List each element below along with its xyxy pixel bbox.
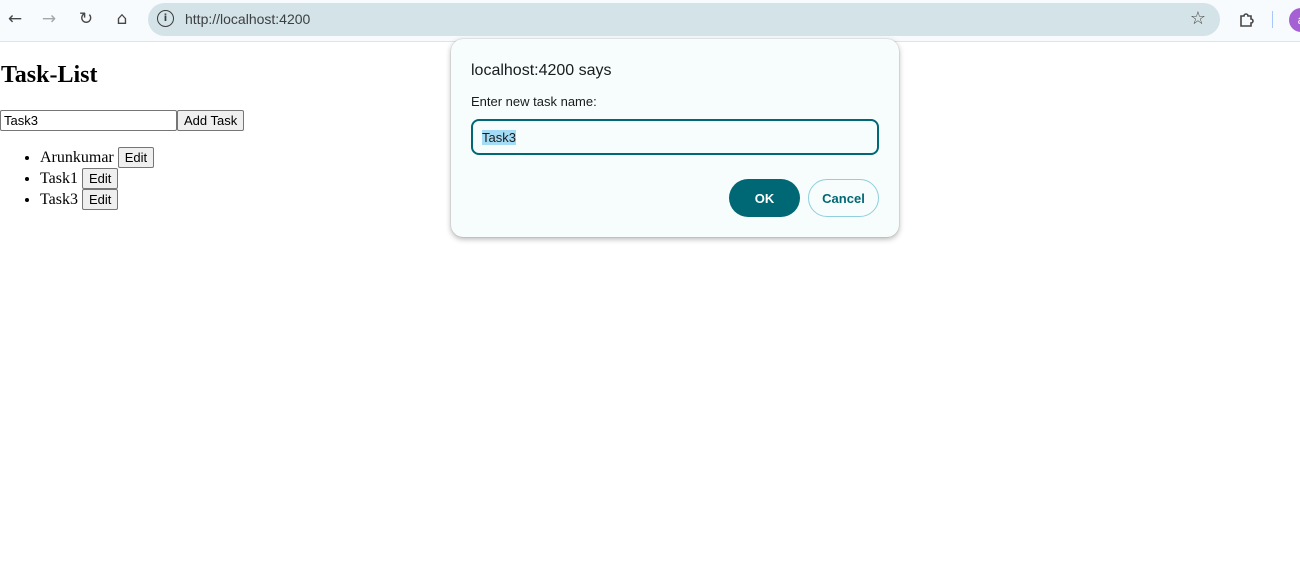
dialog-title: localhost:4200 says <box>471 62 612 79</box>
dialog-task-name-input[interactable]: Task3 <box>471 119 879 155</box>
profile-avatar[interactable]: a <box>1289 8 1300 32</box>
task-list-item: ArunkumarEdit <box>40 147 155 168</box>
reload-icon[interactable]: ↻ <box>72 7 100 31</box>
new-task-input[interactable] <box>0 110 177 131</box>
forward-arrow-icon[interactable]: → <box>35 7 63 31</box>
ok-button[interactable]: OK <box>729 179 800 217</box>
puzzle-icon[interactable] <box>1233 7 1261 31</box>
star-icon[interactable]: ☆ <box>1190 8 1206 29</box>
prompt-dialog: localhost:4200 says Enter new task name:… <box>451 39 899 237</box>
home-icon[interactable]: ⌂ <box>108 7 136 31</box>
edit-task-button[interactable]: Edit <box>81 189 119 210</box>
dialog-input-selected-text: Task3 <box>482 130 516 145</box>
task-list-item: Task3Edit <box>40 189 154 210</box>
edit-task-button[interactable]: Edit <box>81 168 119 189</box>
toolbar-divider <box>1272 11 1273 28</box>
task-name: Arunkumar <box>40 149 114 166</box>
task-name: Task1 <box>40 170 78 187</box>
dialog-message: Enter new task name: <box>471 94 597 109</box>
cancel-button[interactable]: Cancel <box>808 179 879 217</box>
browser-toolbar: ← → ↻ ⌂ i http://localhost:4200 ☆ a <box>0 0 1300 42</box>
page-title: Task-List <box>1 62 98 88</box>
info-icon[interactable]: i <box>157 10 174 27</box>
task-name: Task3 <box>40 191 78 208</box>
task-list: ArunkumarEdit Task1Edit Task3Edit <box>0 147 155 210</box>
edit-task-button[interactable]: Edit <box>117 147 155 168</box>
url-text[interactable]: http://localhost:4200 <box>185 11 310 27</box>
task-list-item: Task1Edit <box>40 168 154 189</box>
address-bar[interactable]: i http://localhost:4200 ☆ <box>148 3 1220 36</box>
back-arrow-icon[interactable]: ← <box>1 7 29 31</box>
add-task-button[interactable]: Add Task <box>177 110 245 131</box>
